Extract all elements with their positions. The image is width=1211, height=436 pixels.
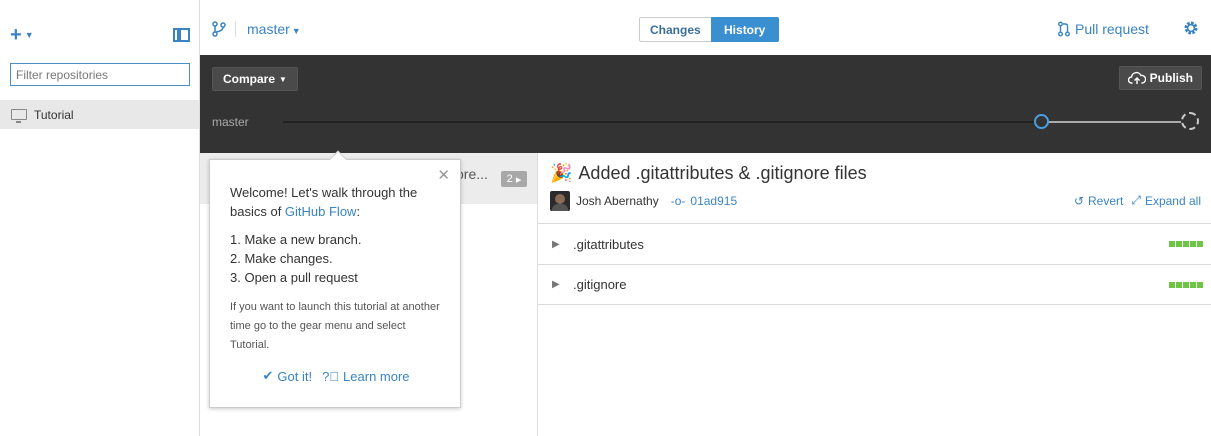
tutorial-popover: ✕ Welcome! Let's walk through the basics… xyxy=(209,150,462,408)
timeline-track-unpublished xyxy=(1048,121,1185,123)
publish-label: Publish xyxy=(1149,71,1193,85)
party-popper-icon: 🎉 xyxy=(550,163,573,183)
welcome-text: Welcome! Let's walk through the basics o… xyxy=(230,183,445,221)
tutorial-steps: 1. Make a new branch. 2. Make changes. 3… xyxy=(230,230,362,287)
close-icon[interactable]: ✕ xyxy=(437,166,450,184)
pull-request-icon xyxy=(1058,21,1070,37)
commit-detail: 🎉 Added .gitattributes & .gitignore file… xyxy=(538,153,1211,436)
pull-request-label: Pull request xyxy=(1075,21,1149,37)
commit-icon: -o- xyxy=(670,194,686,208)
chevron-down-icon: ▼ xyxy=(291,26,301,36)
chevron-down-icon: ▼ xyxy=(24,30,34,40)
commit-meta: Josh Abernathy -o- 01ad915 xyxy=(550,191,737,211)
author-name: Josh Abernathy xyxy=(576,194,659,208)
plus-icon: + xyxy=(10,24,22,46)
branch-selector[interactable]: master ▼ xyxy=(247,21,301,37)
top-toolbar: master ▼ Changes History Pull request xyxy=(200,0,1211,55)
revert-button[interactable]: ↺ Revert xyxy=(1074,194,1123,208)
commit-title-text: Added .gitattributes & .gitignore files xyxy=(578,163,867,183)
revert-label: Revert xyxy=(1088,193,1124,208)
learn-more-label: Learn more xyxy=(343,368,410,384)
diff-stat xyxy=(1169,281,1203,288)
commit-sha-link[interactable]: -o- 01ad915 xyxy=(671,194,737,208)
list-item: 2. Make changes. xyxy=(230,251,333,266)
view-switcher: Changes History xyxy=(639,17,779,42)
filter-repositories-input[interactable] xyxy=(10,63,190,86)
got-it-button[interactable]: ✔ Got it! xyxy=(262,368,312,384)
compare-label: Compare xyxy=(223,72,276,86)
repo-item-tutorial[interactable]: Tutorial xyxy=(0,100,199,129)
welcome-suffix: : xyxy=(356,204,361,219)
commit-actions: ↺ Revert ⤢ Expand all xyxy=(1066,193,1201,208)
compare-button[interactable]: Compare ▼ xyxy=(212,67,298,91)
tutorial-note: If you want to launch this tutorial at a… xyxy=(230,301,440,351)
gear-icon[interactable] xyxy=(1183,20,1199,36)
branch-icon xyxy=(212,21,226,37)
check-icon: ✔ xyxy=(262,368,274,383)
expand-triangle-icon: ▶ xyxy=(552,238,560,250)
tab-changes[interactable]: Changes xyxy=(639,17,711,42)
file-name: .gitignore xyxy=(573,277,627,292)
commit-sha: 01ad915 xyxy=(690,194,738,208)
repo-item-label: Tutorial xyxy=(34,107,74,122)
timeline-branch-label: master xyxy=(212,115,249,129)
uncommitted-node[interactable] xyxy=(1181,112,1199,130)
help-icon: ?⃝ xyxy=(322,368,340,384)
publish-button[interactable]: Publish xyxy=(1118,66,1202,90)
github-desktop-window: – ☐ ✕ +▼ Tutorial master▼ Changes Histor… xyxy=(0,0,1211,436)
file-row-gitignore[interactable]: ▶ .gitignore xyxy=(538,264,1211,305)
branch-name-label: master xyxy=(247,21,290,37)
cloud-upload-icon xyxy=(1127,71,1146,84)
commit-title: 🎉 Added .gitattributes & .gitignore file… xyxy=(550,163,867,184)
add-repository-button[interactable]: + ▼ xyxy=(10,25,34,45)
expand-icon: ⤢ xyxy=(1131,193,1141,207)
file-count-badge: 2 ▸ xyxy=(501,171,527,187)
commit-node[interactable] xyxy=(1034,114,1049,129)
chevron-down-icon: ▼ xyxy=(279,74,287,84)
history-timeline: Compare ▼ Publish master xyxy=(200,55,1211,153)
file-count: 2 xyxy=(506,173,513,185)
revert-icon: ↺ xyxy=(1073,193,1084,208)
file-row-gitattributes[interactable]: ▶ .gitattributes xyxy=(538,223,1211,264)
expand-triangle-icon: ▶ xyxy=(552,279,560,290)
learn-more-button[interactable]: ?⃝ Learn more xyxy=(322,368,409,384)
repository-sidebar: +▼ Tutorial xyxy=(0,0,200,436)
popover-actions: ✔ Got it! ?⃝ Learn more xyxy=(210,368,462,384)
list-item: 1. Make a new branch. xyxy=(230,232,362,247)
expand-all-label: Expand all xyxy=(1144,193,1201,208)
got-it-label: Got it! xyxy=(277,368,313,384)
timeline-track xyxy=(283,121,1039,123)
tab-history[interactable]: History xyxy=(710,17,779,42)
expand-all-button[interactable]: ⤢ Expand all xyxy=(1131,193,1201,208)
monitor-icon xyxy=(11,109,27,123)
divider xyxy=(235,21,236,37)
avatar xyxy=(550,191,570,211)
diff-stat xyxy=(1169,241,1203,247)
file-name: .gitattributes xyxy=(573,236,644,252)
list-item: 3. Open a pull request xyxy=(230,270,358,285)
toggle-sidebar-icon[interactable] xyxy=(173,28,190,42)
pull-request-button[interactable]: Pull request xyxy=(1058,21,1149,37)
github-flow-link[interactable]: GitHub Flow xyxy=(285,204,357,219)
